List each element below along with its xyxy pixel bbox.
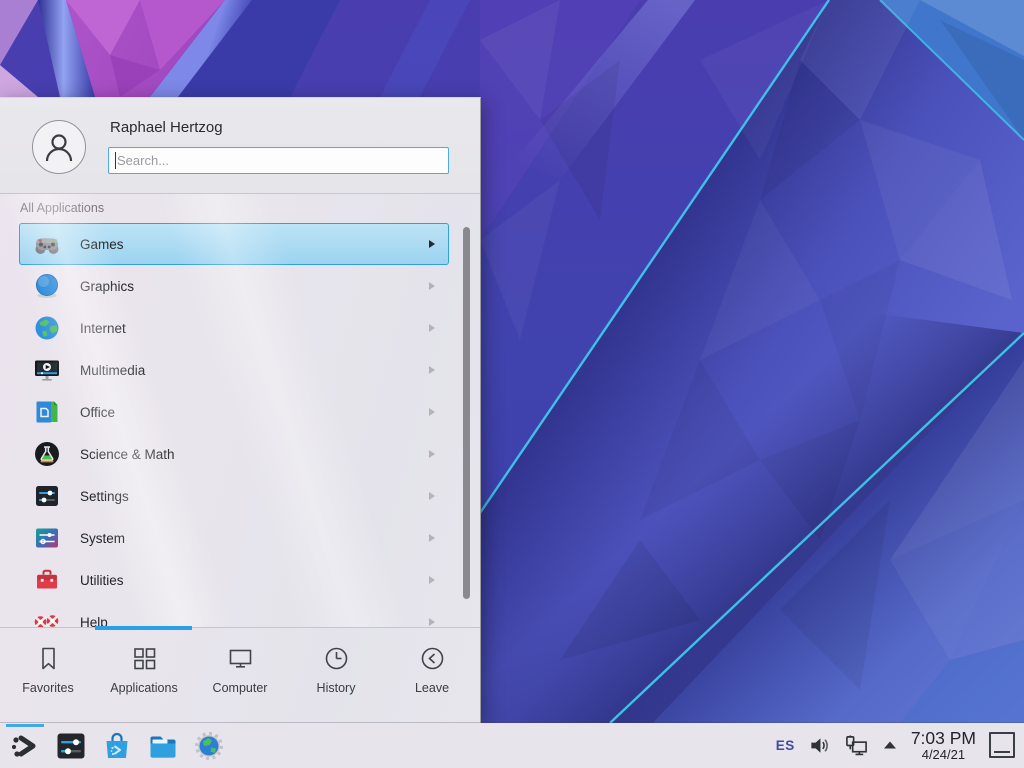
application-launcher-button[interactable] [8, 729, 42, 763]
system-settings-button[interactable] [54, 729, 88, 763]
category-row-graphics[interactable]: Graphics [19, 265, 449, 307]
submenu-arrow-icon [429, 282, 435, 290]
desktop: Raphael Hertzog All Applications [0, 0, 1024, 768]
category-label: Office [80, 405, 115, 420]
category-row-help[interactable]: Help [19, 601, 449, 628]
volume-icon[interactable] [808, 734, 831, 757]
history-clock-icon [323, 645, 350, 672]
category-label: Utilities [80, 573, 124, 588]
office-icon [33, 398, 61, 426]
computer-monitor-icon [227, 645, 254, 672]
settings-icon [33, 482, 61, 510]
tab-computer[interactable]: Computer [192, 630, 288, 723]
submenu-arrow-icon [429, 324, 435, 332]
category-label: Multimedia [80, 363, 145, 378]
tab-leave[interactable]: Leave [384, 630, 480, 723]
applications-grid-icon [131, 645, 158, 672]
scrollbar[interactable] [463, 227, 470, 599]
utilities-icon [33, 566, 61, 594]
dolphin-file-manager-button[interactable] [146, 729, 180, 763]
internet-icon [33, 314, 61, 342]
submenu-arrow-icon [429, 534, 435, 542]
submenu-arrow-icon [429, 240, 435, 248]
application-launcher-menu: Raphael Hertzog All Applications [0, 97, 481, 723]
application-launcher-icon [9, 730, 41, 762]
tabbar-separator [0, 627, 480, 628]
category-row-utilities[interactable]: Utilities [19, 559, 449, 601]
tab-applications[interactable]: Applications [96, 630, 192, 723]
submenu-arrow-icon [429, 408, 435, 416]
tab-label: Favorites [22, 681, 73, 695]
system-icon [33, 524, 61, 552]
menu-header: Raphael Hertzog [0, 98, 480, 194]
dolphin-folder-icon [147, 730, 179, 762]
show-desktop-button[interactable] [989, 732, 1015, 758]
category-row-internet[interactable]: Internet [19, 307, 449, 349]
submenu-arrow-icon [429, 618, 435, 626]
system-settings-icon [55, 730, 87, 762]
help-icon [33, 608, 61, 628]
tab-label: Applications [110, 681, 177, 695]
category-label: Internet [80, 321, 126, 336]
discover-icon [101, 730, 133, 762]
network-icon[interactable] [844, 734, 869, 757]
favorites-bookmark-icon [35, 645, 62, 672]
submenu-arrow-icon [429, 366, 435, 374]
category-label: Science & Math [80, 447, 175, 462]
digital-clock[interactable]: 7:03 PM 4/24/21 [911, 729, 976, 761]
web-browser-button[interactable] [192, 729, 226, 763]
games-icon [33, 230, 61, 258]
category-row-settings[interactable]: Settings [19, 475, 449, 517]
category-row-system[interactable]: System [19, 517, 449, 559]
search-input[interactable] [109, 148, 448, 173]
clock-date: 4/24/21 [911, 748, 976, 762]
tab-history[interactable]: History [288, 630, 384, 723]
tab-favorites[interactable]: Favorites [0, 630, 96, 723]
section-label: All Applications [20, 201, 104, 215]
user-icon [42, 130, 76, 164]
category-label: System [80, 531, 125, 546]
graphics-icon [33, 272, 61, 300]
multimedia-icon [33, 356, 61, 384]
tab-label: History [317, 681, 356, 695]
category-label: Settings [80, 489, 129, 504]
submenu-arrow-icon [429, 492, 435, 500]
category-label: Graphics [80, 279, 134, 294]
category-row-games[interactable]: Games [19, 223, 449, 265]
science-math-icon [33, 440, 61, 468]
taskbar-panel: ES 7:03 PM 4/24/21 [0, 723, 1024, 768]
submenu-arrow-icon [429, 450, 435, 458]
keyboard-layout-indicator[interactable]: ES [776, 738, 795, 753]
menu-tabbar: Favorites Applications Computer [0, 630, 480, 723]
user-avatar[interactable] [32, 120, 86, 174]
system-tray: ES 7:03 PM 4/24/21 [776, 729, 1024, 761]
web-browser-icon [193, 730, 225, 762]
user-name: Raphael Hertzog [110, 119, 223, 136]
tab-label: Leave [415, 681, 449, 695]
discover-button[interactable] [100, 729, 134, 763]
category-row-office[interactable]: Office [19, 391, 449, 433]
submenu-arrow-icon [429, 576, 435, 584]
category-row-multimedia[interactable]: Multimedia [19, 349, 449, 391]
leave-icon [419, 645, 446, 672]
category-row-science-math[interactable]: Science & Math [19, 433, 449, 475]
search-field [108, 147, 449, 174]
taskbar-launchers [0, 723, 226, 768]
tab-label: Computer [213, 681, 268, 695]
category-label: Games [80, 237, 124, 252]
expand-tray-icon[interactable] [882, 738, 898, 752]
application-category-list: Games Graphics [0, 223, 480, 628]
clock-time: 7:03 PM [911, 729, 976, 747]
